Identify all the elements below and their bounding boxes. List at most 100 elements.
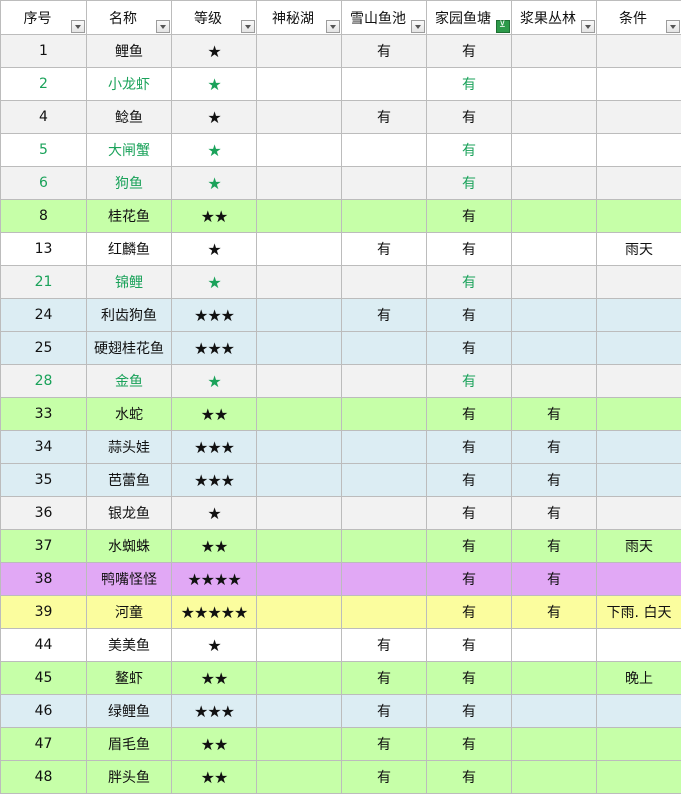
cell-berry-jungle[interactable] <box>512 266 597 299</box>
cell-mystery-lake[interactable] <box>257 596 342 629</box>
cell-home-pond[interactable]: 有 <box>427 761 512 794</box>
cell-name[interactable]: 水蜘蛛 <box>87 530 172 563</box>
cell-mystery-lake[interactable] <box>257 761 342 794</box>
cell-berry-jungle[interactable] <box>512 365 597 398</box>
cell-berry-jungle[interactable] <box>512 134 597 167</box>
cell-condition[interactable]: 雨天 <box>597 233 681 266</box>
cell-condition[interactable] <box>597 200 681 233</box>
cell-snow-pond[interactable] <box>342 563 427 596</box>
cell-berry-jungle[interactable] <box>512 761 597 794</box>
cell-snow-pond[interactable]: 有 <box>342 101 427 134</box>
cell-condition[interactable] <box>597 431 681 464</box>
cell-mystery-lake[interactable] <box>257 497 342 530</box>
cell-berry-jungle[interactable] <box>512 695 597 728</box>
cell-mystery-lake[interactable] <box>257 629 342 662</box>
cell-berry-jungle[interactable] <box>512 662 597 695</box>
cell-snow-pond[interactable] <box>342 266 427 299</box>
cell-grade[interactable]: ★★ <box>172 728 257 761</box>
cell-home-pond[interactable]: 有 <box>427 365 512 398</box>
cell-home-pond[interactable]: 有 <box>427 200 512 233</box>
cell-grade[interactable]: ★★★ <box>172 464 257 497</box>
cell-name[interactable]: 鲶鱼 <box>87 101 172 134</box>
cell-snow-pond[interactable] <box>342 365 427 398</box>
cell-snow-pond[interactable]: 有 <box>342 662 427 695</box>
cell-grade[interactable]: ★★ <box>172 662 257 695</box>
cell-no[interactable]: 38 <box>1 563 87 596</box>
cell-condition[interactable] <box>597 332 681 365</box>
cell-name[interactable]: 河童 <box>87 596 172 629</box>
cell-home-pond[interactable]: 有 <box>427 497 512 530</box>
cell-condition[interactable] <box>597 134 681 167</box>
cell-home-pond[interactable]: 有 <box>427 662 512 695</box>
cell-mystery-lake[interactable] <box>257 662 342 695</box>
cell-snow-pond[interactable]: 有 <box>342 728 427 761</box>
cell-grade[interactable]: ★ <box>172 497 257 530</box>
cell-no[interactable]: 37 <box>1 530 87 563</box>
cell-home-pond[interactable]: 有 <box>427 431 512 464</box>
cell-mystery-lake[interactable] <box>257 101 342 134</box>
cell-snow-pond[interactable] <box>342 464 427 497</box>
cell-grade[interactable]: ★★ <box>172 761 257 794</box>
cell-snow-pond[interactable]: 有 <box>342 629 427 662</box>
cell-name[interactable]: 锦鲤 <box>87 266 172 299</box>
cell-mystery-lake[interactable] <box>257 332 342 365</box>
cell-condition[interactable]: 雨天 <box>597 530 681 563</box>
cell-condition[interactable] <box>597 464 681 497</box>
cell-no[interactable]: 48 <box>1 761 87 794</box>
cell-condition[interactable] <box>597 101 681 134</box>
cell-mystery-lake[interactable] <box>257 134 342 167</box>
cell-condition[interactable] <box>597 761 681 794</box>
cell-berry-jungle[interactable] <box>512 101 597 134</box>
filter-active-icon[interactable] <box>496 20 510 33</box>
cell-condition[interactable] <box>597 497 681 530</box>
cell-condition[interactable] <box>597 365 681 398</box>
cell-home-pond[interactable]: 有 <box>427 629 512 662</box>
cell-no[interactable]: 5 <box>1 134 87 167</box>
filter-dropdown-icon[interactable] <box>156 20 170 33</box>
cell-name[interactable]: 鲤鱼 <box>87 35 172 68</box>
cell-berry-jungle[interactable]: 有 <box>512 530 597 563</box>
cell-condition[interactable] <box>597 629 681 662</box>
cell-snow-pond[interactable]: 有 <box>342 761 427 794</box>
filter-dropdown-icon[interactable] <box>326 20 340 33</box>
cell-condition[interactable] <box>597 35 681 68</box>
cell-name[interactable]: 鸭嘴怪怪 <box>87 563 172 596</box>
cell-mystery-lake[interactable] <box>257 728 342 761</box>
cell-snow-pond[interactable]: 有 <box>342 233 427 266</box>
cell-no[interactable]: 24 <box>1 299 87 332</box>
cell-condition[interactable] <box>597 299 681 332</box>
cell-home-pond[interactable]: 有 <box>427 233 512 266</box>
cell-mystery-lake[interactable] <box>257 68 342 101</box>
cell-mystery-lake[interactable] <box>257 299 342 332</box>
cell-home-pond[interactable]: 有 <box>427 167 512 200</box>
cell-no[interactable]: 34 <box>1 431 87 464</box>
cell-snow-pond[interactable]: 有 <box>342 299 427 332</box>
cell-mystery-lake[interactable] <box>257 35 342 68</box>
cell-berry-jungle[interactable]: 有 <box>512 596 597 629</box>
cell-condition[interactable]: 晚上 <box>597 662 681 695</box>
cell-name[interactable]: 绿鲤鱼 <box>87 695 172 728</box>
cell-name[interactable]: 狗鱼 <box>87 167 172 200</box>
cell-berry-jungle[interactable]: 有 <box>512 464 597 497</box>
cell-home-pond[interactable]: 有 <box>427 68 512 101</box>
cell-name[interactable]: 蒜头娃 <box>87 431 172 464</box>
cell-snow-pond[interactable] <box>342 431 427 464</box>
cell-no[interactable]: 47 <box>1 728 87 761</box>
cell-no[interactable]: 13 <box>1 233 87 266</box>
cell-grade[interactable]: ★★ <box>172 530 257 563</box>
cell-condition[interactable] <box>597 68 681 101</box>
cell-snow-pond[interactable]: 有 <box>342 35 427 68</box>
cell-no[interactable]: 2 <box>1 68 87 101</box>
cell-berry-jungle[interactable] <box>512 167 597 200</box>
cell-mystery-lake[interactable] <box>257 464 342 497</box>
cell-berry-jungle[interactable] <box>512 332 597 365</box>
cell-berry-jungle[interactable] <box>512 299 597 332</box>
cell-grade[interactable]: ★★★ <box>172 695 257 728</box>
cell-grade[interactable]: ★ <box>172 365 257 398</box>
cell-home-pond[interactable]: 有 <box>427 266 512 299</box>
cell-mystery-lake[interactable] <box>257 200 342 233</box>
cell-no[interactable]: 21 <box>1 266 87 299</box>
cell-mystery-lake[interactable] <box>257 695 342 728</box>
cell-snow-pond[interactable] <box>342 530 427 563</box>
cell-no[interactable]: 1 <box>1 35 87 68</box>
